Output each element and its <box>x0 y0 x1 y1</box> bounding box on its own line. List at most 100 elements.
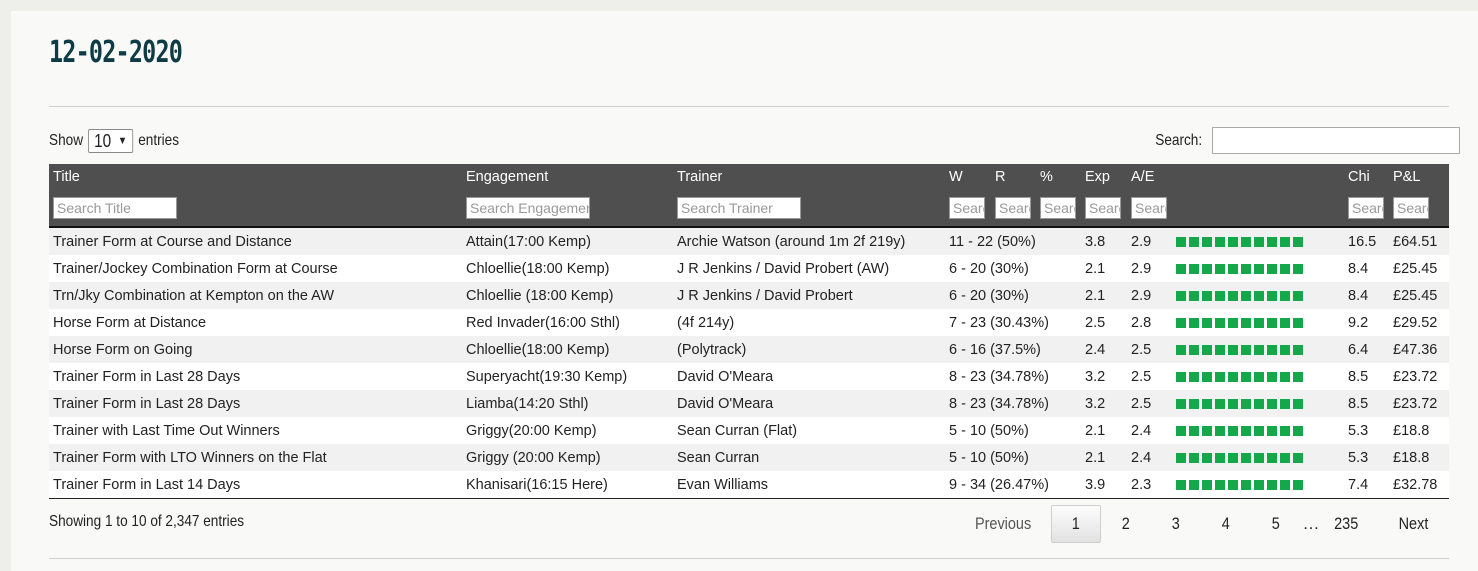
page-button[interactable]: 3 <box>1151 505 1201 543</box>
filter-cell: Search Title <box>49 190 462 228</box>
column-filter-input[interactable]: Search <box>1348 197 1384 219</box>
next-page-button[interactable]: Next <box>1371 505 1456 543</box>
row-chi: 16.5 <box>1344 227 1389 255</box>
row-engagement: Khanisari(16:15 Here) <box>462 471 673 499</box>
form-square <box>1215 344 1225 355</box>
form-square <box>1189 398 1199 409</box>
form-square <box>1280 398 1290 409</box>
row-title: Trainer/Jockey Combination Form at Cours… <box>49 255 462 282</box>
column-filter-input[interactable]: Search <box>949 197 985 219</box>
table-row[interactable]: Trainer Form with LTO Winners on the Fla… <box>49 444 1449 471</box>
page-number: 4 <box>1221 514 1231 533</box>
column-filter-input[interactable]: Search Title <box>53 197 177 219</box>
column-header[interactable]: R <box>991 164 1036 190</box>
form-square <box>1189 317 1199 328</box>
column-filter-input[interactable]: Search Engagement <box>466 197 590 219</box>
column-header[interactable]: A/E <box>1127 164 1172 190</box>
row-chi: 8.4 <box>1344 255 1389 282</box>
form-square <box>1241 425 1251 436</box>
form-square <box>1267 452 1277 463</box>
form-square <box>1293 263 1303 274</box>
form-square <box>1267 317 1277 328</box>
column-header[interactable]: Engagement <box>462 164 673 190</box>
form-square <box>1176 398 1186 409</box>
column-filter-input[interactable]: Search <box>1131 197 1167 219</box>
form-square <box>1228 371 1238 382</box>
row-exp: 3.8 <box>1081 227 1127 255</box>
row-chi: 8.5 <box>1344 390 1389 417</box>
row-ae: 2.4 <box>1127 417 1172 444</box>
form-square <box>1267 398 1277 409</box>
column-filter-input[interactable]: Search Trainer <box>677 197 801 219</box>
row-ae: 2.5 <box>1127 363 1172 390</box>
form-square <box>1280 371 1290 382</box>
entries-per-page-select[interactable]: 10 ▼ <box>88 129 134 153</box>
row-ae: 2.5 <box>1127 336 1172 363</box>
table-row[interactable]: Trn/Jky Combination at Kempton on the AW… <box>49 282 1449 309</box>
row-chi: 8.4 <box>1344 282 1389 309</box>
row-title: Trainer Form in Last 28 Days <box>49 390 462 417</box>
column-header[interactable]: P&L <box>1389 164 1449 190</box>
table-row[interactable]: Trainer Form in Last 28 Days Liamba(14:20… <box>49 390 1449 417</box>
row-trainer: Evan Williams <box>673 471 945 499</box>
form-square <box>1241 371 1251 382</box>
form-square <box>1202 371 1212 382</box>
column-header[interactable]: W <box>945 164 991 190</box>
page-button[interactable]: 4 <box>1201 505 1251 543</box>
page-button[interactable]: 2 <box>1101 505 1151 543</box>
table-row[interactable]: Horse Form at Distance Red Invader(16:00 … <box>49 309 1449 336</box>
form-square <box>1202 236 1212 247</box>
column-header[interactable]: Trainer <box>673 164 945 190</box>
row-pl: £23.72 <box>1389 363 1449 390</box>
table-row[interactable]: Trainer Form at Course and Distance Attai… <box>49 227 1449 255</box>
row-chi: 8.5 <box>1344 363 1389 390</box>
search-input[interactable] <box>1212 127 1460 154</box>
form-square <box>1215 290 1225 301</box>
page-last-button[interactable]: 235 <box>1321 505 1371 543</box>
form-square <box>1202 425 1212 436</box>
page-button[interactable]: 5 <box>1251 505 1301 543</box>
column-header[interactable]: % <box>1036 164 1081 190</box>
column-header[interactable]: Chi <box>1344 164 1389 190</box>
form-square <box>1293 425 1303 436</box>
form-square <box>1254 236 1264 247</box>
filter-cell: Search <box>1344 190 1389 228</box>
row-win-record: 7 - 23 (30.43%) <box>945 309 1081 336</box>
column-header[interactable]: Exp <box>1081 164 1127 190</box>
row-engagement: Superyacht(19:30 Kemp) <box>462 363 673 390</box>
table-row[interactable]: Trainer with Last Time Out Winners Griggy… <box>49 417 1449 444</box>
form-square <box>1215 236 1225 247</box>
table-row[interactable]: Trainer/Jockey Combination Form at Cours… <box>49 255 1449 282</box>
row-engagement: Red Invader(16:00 Sthl) <box>462 309 673 336</box>
form-square <box>1202 263 1212 274</box>
row-chi: 9.2 <box>1344 309 1389 336</box>
table-row[interactable]: Trainer Form in Last 28 Days Superyacht(1… <box>49 363 1449 390</box>
column-filter-input[interactable]: Search <box>1040 197 1076 219</box>
row-ae: 2.3 <box>1127 471 1172 499</box>
form-square <box>1189 371 1199 382</box>
column-filter-input[interactable]: Search <box>1085 197 1121 219</box>
column-header[interactable]: Title <box>49 164 462 190</box>
form-square <box>1267 344 1277 355</box>
form-square <box>1254 263 1264 274</box>
row-form <box>1172 390 1344 417</box>
row-win-record: 9 - 34 (26.47%) <box>945 471 1081 499</box>
row-win-record: 11 - 22 (50%) <box>945 227 1081 255</box>
form-square <box>1176 236 1186 247</box>
column-filter-input[interactable]: Search <box>995 197 1031 219</box>
form-square <box>1202 317 1212 328</box>
column-filter-input[interactable]: Search <box>1393 197 1429 219</box>
row-exp: 2.1 <box>1081 282 1127 309</box>
row-ae: 2.4 <box>1127 444 1172 471</box>
row-chi: 6.4 <box>1344 336 1389 363</box>
form-square <box>1267 479 1277 490</box>
table-row[interactable]: Trainer Form in Last 14 Days Khanisari(16… <box>49 471 1449 499</box>
row-title: Trainer Form at Course and Distance <box>49 227 462 255</box>
page-button[interactable]: 1 <box>1051 505 1101 543</box>
form-square <box>1228 398 1238 409</box>
row-trainer: Sean Curran <box>673 444 945 471</box>
table-row[interactable]: Horse Form on Going Chloellie(18:00 Kemp)… <box>49 336 1449 363</box>
previous-page-button[interactable]: Previous <box>956 505 1051 543</box>
row-form <box>1172 309 1344 336</box>
row-exp: 3.2 <box>1081 390 1127 417</box>
